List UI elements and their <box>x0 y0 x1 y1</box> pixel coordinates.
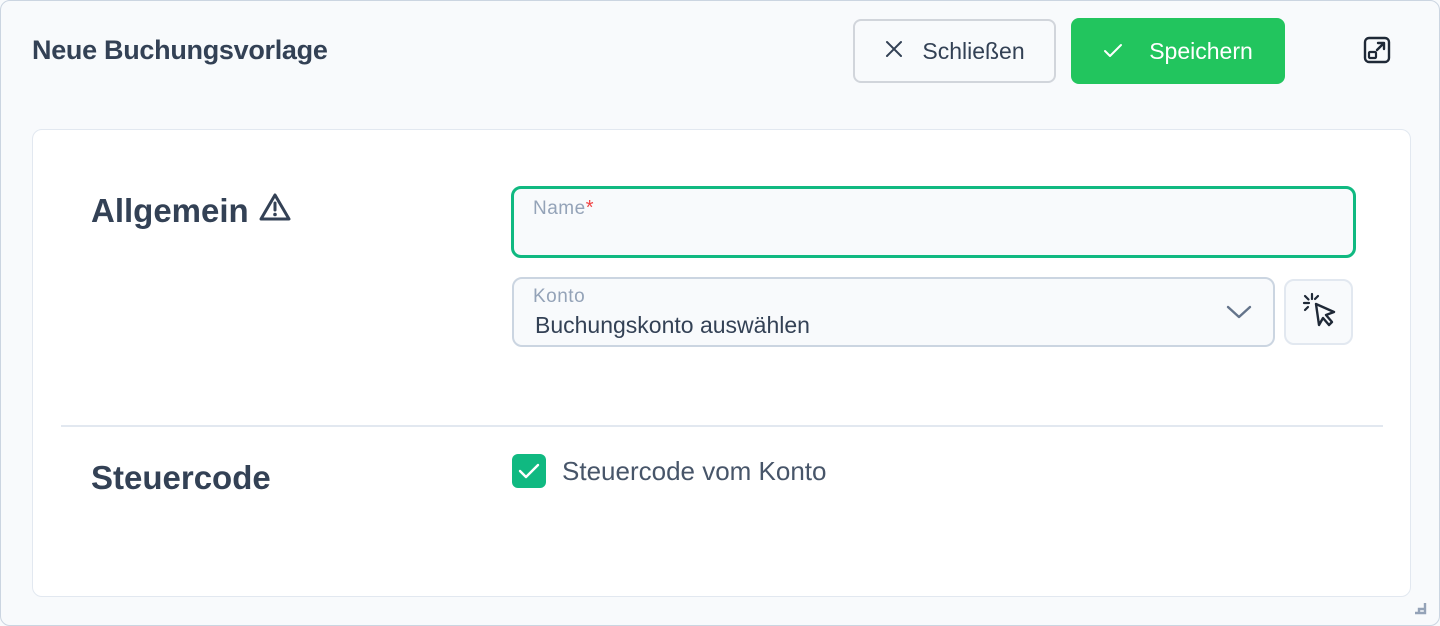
close-button[interactable]: Schließen <box>853 19 1056 83</box>
save-button[interactable]: Speichern <box>1071 18 1285 84</box>
steuercode-checkbox-label: Steuercode vom Konto <box>562 455 827 486</box>
expand-icon <box>1362 35 1392 70</box>
check-icon <box>1103 38 1123 65</box>
steuercode-checkbox-row[interactable]: Steuercode vom Konto <box>512 454 827 488</box>
required-mark: * <box>585 197 594 219</box>
name-field[interactable]: Name* <box>511 186 1356 258</box>
dialog-window: Neue Buchungsvorlage Schließen Speichern <box>0 0 1440 626</box>
section-divider <box>61 425 1383 427</box>
resize-grip-icon[interactable] <box>1413 601 1427 615</box>
konto-select[interactable]: Konto Buchungskonto auswählen <box>512 277 1275 347</box>
section-title-text: Allgemein <box>91 192 249 229</box>
account-picker-button[interactable] <box>1284 279 1353 345</box>
konto-selected-value: Buchungskonto auswählen <box>535 312 810 338</box>
checkmark-icon <box>518 463 540 479</box>
konto-field-label: Konto <box>533 286 586 307</box>
close-icon <box>884 38 904 65</box>
save-button-label: Speichern <box>1149 37 1253 64</box>
name-input[interactable] <box>533 223 1333 251</box>
name-label-text: Name <box>533 198 586 219</box>
page-title: Neue Buchungsvorlage <box>32 35 328 65</box>
pointer-select-icon <box>1299 290 1339 335</box>
chevron-down-icon <box>1225 301 1253 323</box>
steuercode-checkbox[interactable] <box>512 454 546 488</box>
warning-icon <box>259 192 291 230</box>
name-field-label: Name* <box>533 197 594 220</box>
form-card: Allgemein Name* Konto Buchungskonto ausw… <box>32 129 1411 597</box>
close-button-label: Schließen <box>922 37 1025 64</box>
section-title-steuercode: Steuercode <box>91 459 271 496</box>
dialog-header: Neue Buchungsvorlage Schließen Speichern <box>1 1 1439 101</box>
expand-button[interactable] <box>1359 34 1395 70</box>
section-title-allgemein: Allgemein <box>91 192 291 230</box>
